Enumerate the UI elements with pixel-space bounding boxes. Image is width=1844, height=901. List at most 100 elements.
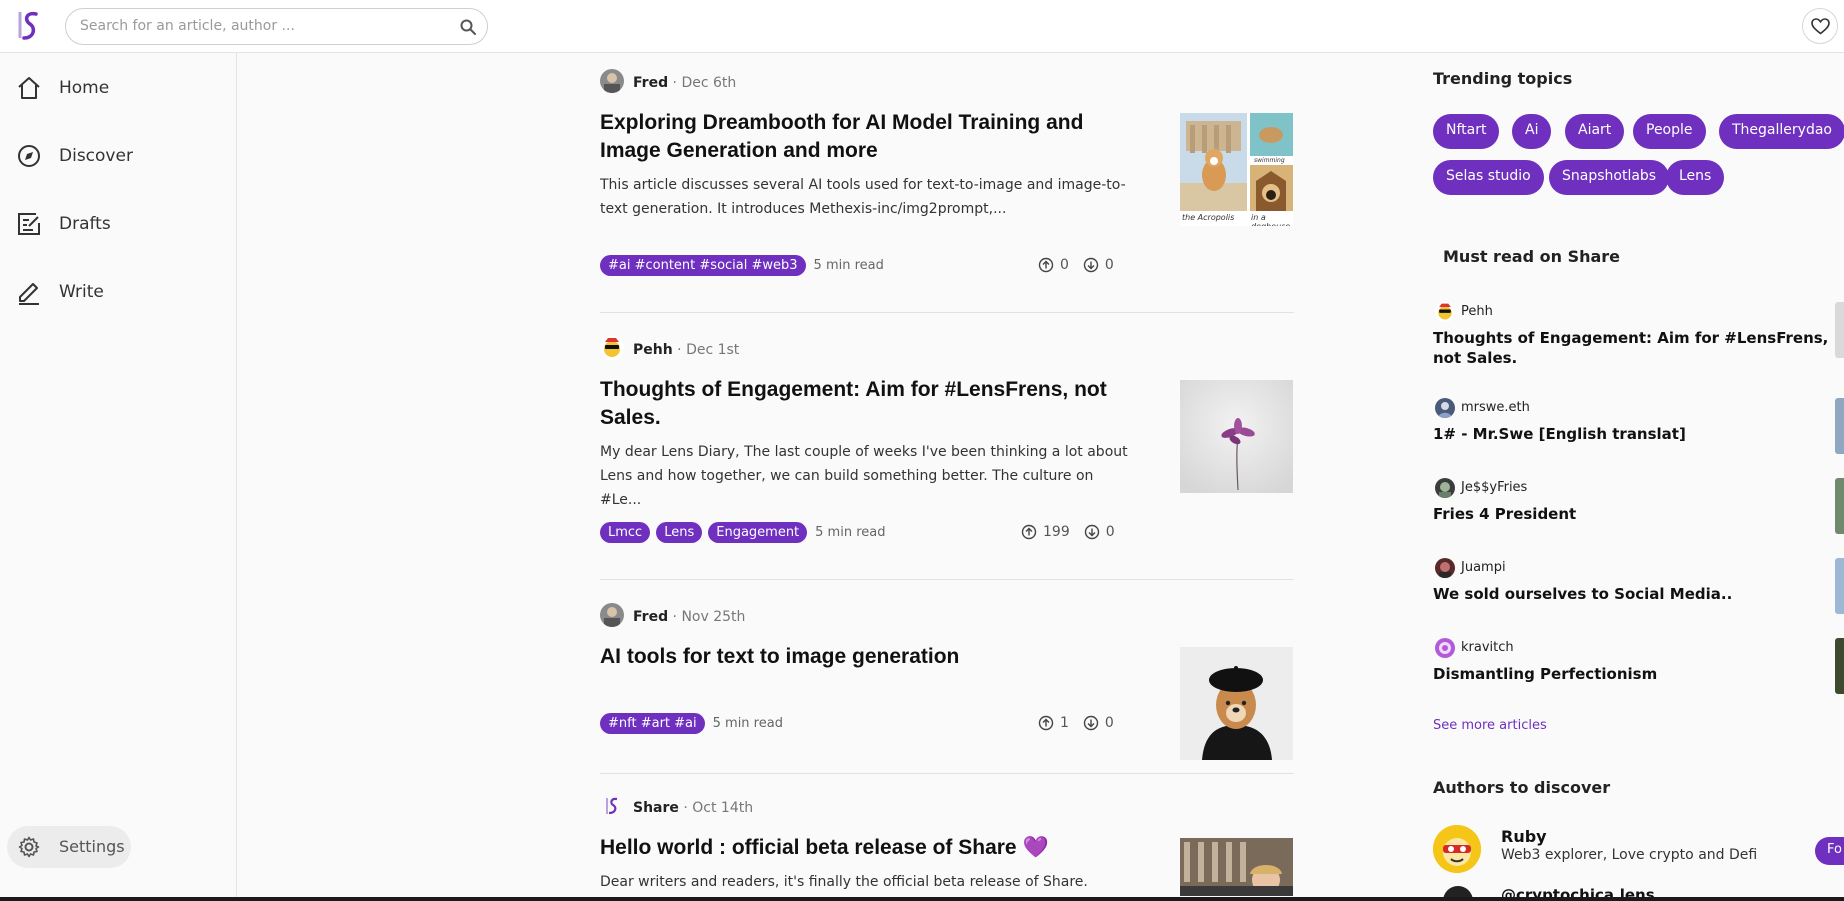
must-read-article-title[interactable]: Dismantling Perfectionism xyxy=(1433,664,1833,684)
search-bar[interactable] xyxy=(65,8,488,45)
trending-title: Trending topics xyxy=(1433,69,1573,88)
author-avatar[interactable] xyxy=(600,69,624,93)
thumbnail-caption: swimming xyxy=(1254,157,1285,164)
topic-chip[interactable]: Nftart xyxy=(1433,114,1500,149)
author-bio: Web3 explorer, Love crypto and Defi xyxy=(1501,847,1758,863)
settings-button[interactable]: Settings xyxy=(7,826,131,868)
sidebar-item-discover[interactable]: Discover xyxy=(0,133,236,181)
sidebar: Home Discover Drafts Write Settings xyxy=(0,53,237,897)
see-more-articles-link[interactable]: See more articles xyxy=(1433,718,1547,733)
author-name[interactable]: Fred xyxy=(633,75,668,91)
collect-icon[interactable] xyxy=(1084,524,1100,540)
must-read-article-title[interactable]: Thoughts of Engagement: Aim for #LensFre… xyxy=(1433,328,1833,368)
collect-count: 0 xyxy=(1105,524,1115,540)
article-title[interactable]: AI tools for text to image generation xyxy=(600,643,1130,671)
home-icon xyxy=(18,77,40,99)
article-tags: Lmcc Lens Engagement 5 min read xyxy=(600,522,885,543)
author-avatar[interactable] xyxy=(600,794,624,818)
gear-icon xyxy=(18,836,40,858)
collect-icon[interactable] xyxy=(1083,715,1099,731)
must-read-article-title[interactable]: We sold ourselves to Social Media.. xyxy=(1433,584,1833,604)
must-read-thumbnail[interactable] xyxy=(1835,398,1844,454)
article-meta: Fred · Nov 25th xyxy=(633,609,746,625)
must-read-title: Must read on Share xyxy=(1443,247,1621,266)
article-meta: Share · Oct 14th xyxy=(633,800,754,816)
author-name[interactable]: Share xyxy=(633,800,679,816)
follow-button[interactable]: Fo xyxy=(1815,837,1844,865)
upvote-icon[interactable] xyxy=(1038,257,1054,273)
topic-chip[interactable]: Ai xyxy=(1512,114,1552,149)
favorites-button[interactable] xyxy=(1802,8,1838,44)
article-title[interactable]: Thoughts of Engagement: Aim for #LensFre… xyxy=(600,376,1130,432)
sidebar-item-label: Home xyxy=(59,78,110,98)
read-time: 5 min read xyxy=(712,716,783,731)
article-divider xyxy=(600,579,1294,580)
read-time: 5 min read xyxy=(813,258,884,273)
topic-chip[interactable]: Thegallerydao xyxy=(1719,114,1844,149)
article-divider xyxy=(600,312,1294,313)
must-read-article-title[interactable]: 1# - Mr.Swe [English translat] xyxy=(1433,424,1833,444)
topic-chip[interactable]: Aiart xyxy=(1565,114,1625,149)
article-stats: 0 0 xyxy=(1038,257,1114,273)
article-date: Nov 25th xyxy=(681,609,746,625)
tag-chip[interactable]: #nft #art #ai xyxy=(600,713,705,734)
author-name[interactable]: Ruby xyxy=(1501,827,1547,846)
article-title[interactable]: Hello world : official beta release of S… xyxy=(600,834,1160,862)
topic-chip[interactable]: Snapshotlabs xyxy=(1549,160,1670,195)
article-stats: 1 0 xyxy=(1038,715,1114,731)
tag-chip[interactable]: Engagement xyxy=(708,522,808,543)
article-date: Dec 6th xyxy=(681,75,737,91)
must-read-thumbnail[interactable] xyxy=(1835,302,1844,358)
article-thumbnail[interactable] xyxy=(1180,647,1293,760)
author-avatar[interactable] xyxy=(600,603,624,627)
author-name[interactable]: Fred xyxy=(633,609,668,625)
sidebar-item-home[interactable]: Home xyxy=(0,65,236,113)
author-name[interactable]: Pehh xyxy=(633,342,673,358)
article-excerpt[interactable]: This article discusses several AI tools … xyxy=(600,173,1130,221)
author-avatar[interactable] xyxy=(1433,825,1481,873)
topic-chip[interactable]: Selas studio xyxy=(1433,160,1544,195)
article-meta: Fred · Dec 6th xyxy=(633,75,737,91)
article-excerpt[interactable]: Dear writers and readers, it's finally t… xyxy=(600,870,1130,894)
search-icon[interactable] xyxy=(459,18,477,36)
must-read-author: Pehh xyxy=(1461,304,1493,319)
article-thumbnail[interactable] xyxy=(1180,838,1293,896)
article-thumbnail[interactable] xyxy=(1180,380,1293,493)
window-bottom-edge xyxy=(0,897,1844,901)
tag-chip[interactable]: Lens xyxy=(656,522,703,543)
thumbnail-caption: in a doghouse xyxy=(1251,213,1290,226)
search-input[interactable] xyxy=(80,18,440,34)
article-thumbnail[interactable]: the Acropolis swimming in a doghouse xyxy=(1180,113,1293,226)
upvote-icon[interactable] xyxy=(1038,715,1054,731)
sidebar-item-drafts[interactable]: Drafts xyxy=(0,201,236,249)
author-avatar xyxy=(1435,302,1455,322)
article-stats: 199 0 xyxy=(1021,524,1115,540)
article-meta: Pehh · Dec 1st xyxy=(633,342,740,358)
article-divider xyxy=(600,773,1294,774)
must-read-thumbnail[interactable] xyxy=(1835,558,1844,614)
sidebar-item-write[interactable]: Write xyxy=(0,269,236,317)
author-avatar xyxy=(1435,398,1455,418)
upvote-icon[interactable] xyxy=(1021,524,1037,540)
author-suggestion[interactable]: Ruby Web3 explorer, Love crypto and Defi… xyxy=(1433,825,1844,875)
article-tags: #ai #content #social #web3 5 min read xyxy=(600,255,884,276)
article-title[interactable]: Exploring Dreambooth for AI Model Traini… xyxy=(600,109,1130,165)
article-date: Oct 14th xyxy=(692,800,754,816)
collect-count: 0 xyxy=(1104,715,1114,731)
upvote-count: 199 xyxy=(1043,524,1070,540)
must-read-author: Je$$yFries xyxy=(1461,480,1528,495)
must-read-thumbnail[interactable] xyxy=(1835,638,1844,694)
share-logo[interactable] xyxy=(12,8,44,44)
must-read-thumbnail[interactable] xyxy=(1835,478,1844,534)
tag-chip[interactable]: #ai #content #social #web3 xyxy=(600,255,806,276)
topic-chip[interactable]: People xyxy=(1633,114,1706,149)
compass-icon xyxy=(18,145,40,167)
tag-chip[interactable]: Lmcc xyxy=(600,522,651,543)
sidebar-item-label: Write xyxy=(59,282,104,302)
upvote-count: 0 xyxy=(1060,257,1069,273)
collect-icon[interactable] xyxy=(1083,257,1099,273)
topic-chip[interactable]: Lens xyxy=(1666,160,1725,195)
author-avatar[interactable] xyxy=(600,336,624,360)
must-read-article-title[interactable]: Fries 4 President xyxy=(1433,504,1833,524)
article-excerpt[interactable]: My dear Lens Diary, The last couple of w… xyxy=(600,440,1130,512)
